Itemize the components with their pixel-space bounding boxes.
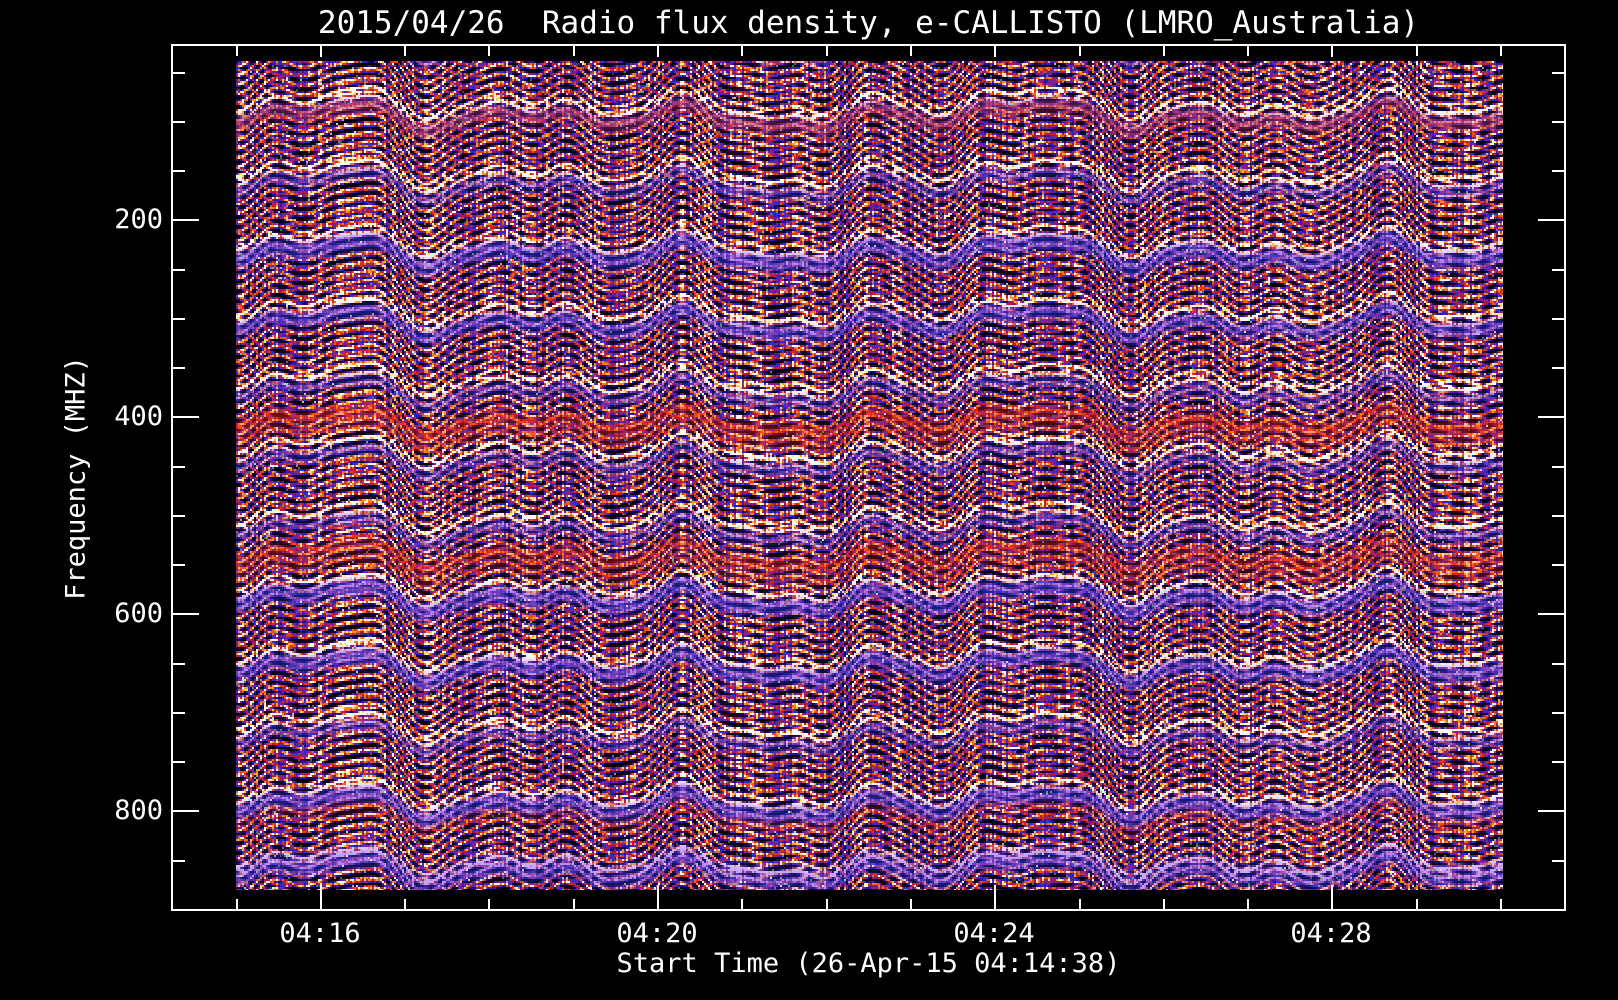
y-axis-minor-tick-right — [1552, 367, 1566, 369]
x-axis-minor-tick — [1163, 899, 1165, 911]
y-axis-minor-tick-right — [1552, 269, 1566, 271]
x-axis-title: Start Time (26-Apr-15 04:14:38) — [616, 948, 1121, 979]
x-axis-minor-tick — [236, 899, 238, 911]
x-axis-minor-tick-top — [1500, 44, 1502, 56]
x-axis-minor-tick — [573, 899, 575, 911]
x-axis-major-tick-top — [320, 44, 322, 57]
y-axis-title: Frequency (MHZ) — [60, 356, 92, 600]
y-axis-minor-tick — [171, 466, 185, 468]
x-axis-minor-tick — [826, 899, 828, 911]
y-axis-minor-tick — [171, 712, 185, 714]
x-axis-minor-tick — [488, 899, 490, 911]
x-axis-minor-tick-top — [826, 44, 828, 56]
x-axis-minor-tick — [1247, 899, 1249, 911]
y-axis-minor-tick-right — [1552, 712, 1566, 714]
y-axis-minor-tick — [171, 761, 185, 763]
y-axis-tick-label: 800 — [114, 795, 163, 826]
x-axis-minor-tick-top — [236, 44, 238, 56]
x-axis-major-tick-top — [657, 44, 659, 57]
x-axis-minor-tick-top — [488, 44, 490, 56]
y-axis-minor-tick-right — [1552, 860, 1566, 862]
y-axis-minor-tick — [171, 515, 185, 517]
x-axis-tick-label: 04:28 — [1290, 918, 1372, 949]
y-axis-minor-tick-right — [1552, 72, 1566, 74]
y-axis-minor-tick — [171, 318, 185, 320]
y-axis-minor-tick — [171, 121, 185, 123]
x-axis-minor-tick-top — [404, 44, 406, 56]
x-axis-minor-tick — [1416, 899, 1418, 911]
y-axis-tick-label: 400 — [114, 401, 163, 432]
y-axis-major-tick — [171, 416, 199, 418]
y-axis-minor-tick — [171, 860, 185, 862]
x-axis-major-tick-top — [994, 44, 996, 57]
x-axis-minor-tick — [1500, 899, 1502, 911]
x-axis-major-tick — [320, 885, 322, 911]
y-axis-minor-tick-right — [1552, 170, 1566, 172]
y-axis-minor-tick — [171, 170, 185, 172]
x-axis-minor-tick-top — [573, 44, 575, 56]
y-axis-minor-tick — [171, 564, 185, 566]
x-axis-minor-tick — [1079, 899, 1081, 911]
y-axis-major-tick-right — [1538, 219, 1566, 221]
y-axis-minor-tick-right — [1552, 121, 1566, 123]
x-axis-minor-tick — [741, 899, 743, 911]
x-axis-major-tick — [657, 885, 659, 911]
y-axis-major-tick-right — [1538, 613, 1566, 615]
chart-title: 2015/04/26 Radio flux density, e-CALLIST… — [317, 5, 1420, 41]
x-axis-minor-tick-top — [741, 44, 743, 56]
y-axis-minor-tick — [171, 663, 185, 665]
y-axis-minor-tick — [171, 72, 185, 74]
x-axis-major-tick — [1331, 885, 1333, 911]
x-axis-major-tick — [994, 885, 996, 911]
y-axis-major-tick — [171, 613, 199, 615]
x-axis-minor-tick-top — [1416, 44, 1418, 56]
y-axis-minor-tick-right — [1552, 663, 1566, 665]
y-axis-minor-tick-right — [1552, 564, 1566, 566]
y-axis-minor-tick-right — [1552, 318, 1566, 320]
y-axis-major-tick-right — [1538, 416, 1566, 418]
y-axis-minor-tick-right — [1552, 761, 1566, 763]
x-axis-minor-tick-top — [1247, 44, 1249, 56]
x-axis-major-tick-top — [1331, 44, 1333, 57]
y-axis-minor-tick — [171, 367, 185, 369]
y-axis-major-tick — [171, 810, 199, 812]
y-axis-major-tick — [171, 219, 199, 221]
y-axis-tick-label: 600 — [114, 598, 163, 629]
x-axis-tick-label: 04:24 — [953, 918, 1035, 949]
x-axis-minor-tick-top — [910, 44, 912, 56]
x-axis-minor-tick — [910, 899, 912, 911]
x-axis-minor-tick-top — [1163, 44, 1165, 56]
y-axis-tick-label: 200 — [114, 204, 163, 235]
x-axis-tick-label: 04:20 — [616, 918, 698, 949]
y-axis-major-tick-right — [1538, 810, 1566, 812]
y-axis-minor-tick-right — [1552, 515, 1566, 517]
x-axis-minor-tick-top — [1079, 44, 1081, 56]
y-axis-minor-tick-right — [1552, 466, 1566, 468]
spectrogram-figure: 2015/04/26 Radio flux density, e-CALLIST… — [0, 0, 1618, 1000]
x-axis-minor-tick — [404, 899, 406, 911]
x-axis-tick-label: 04:16 — [279, 918, 361, 949]
y-axis-minor-tick — [171, 269, 185, 271]
plot-frame — [171, 44, 1566, 911]
